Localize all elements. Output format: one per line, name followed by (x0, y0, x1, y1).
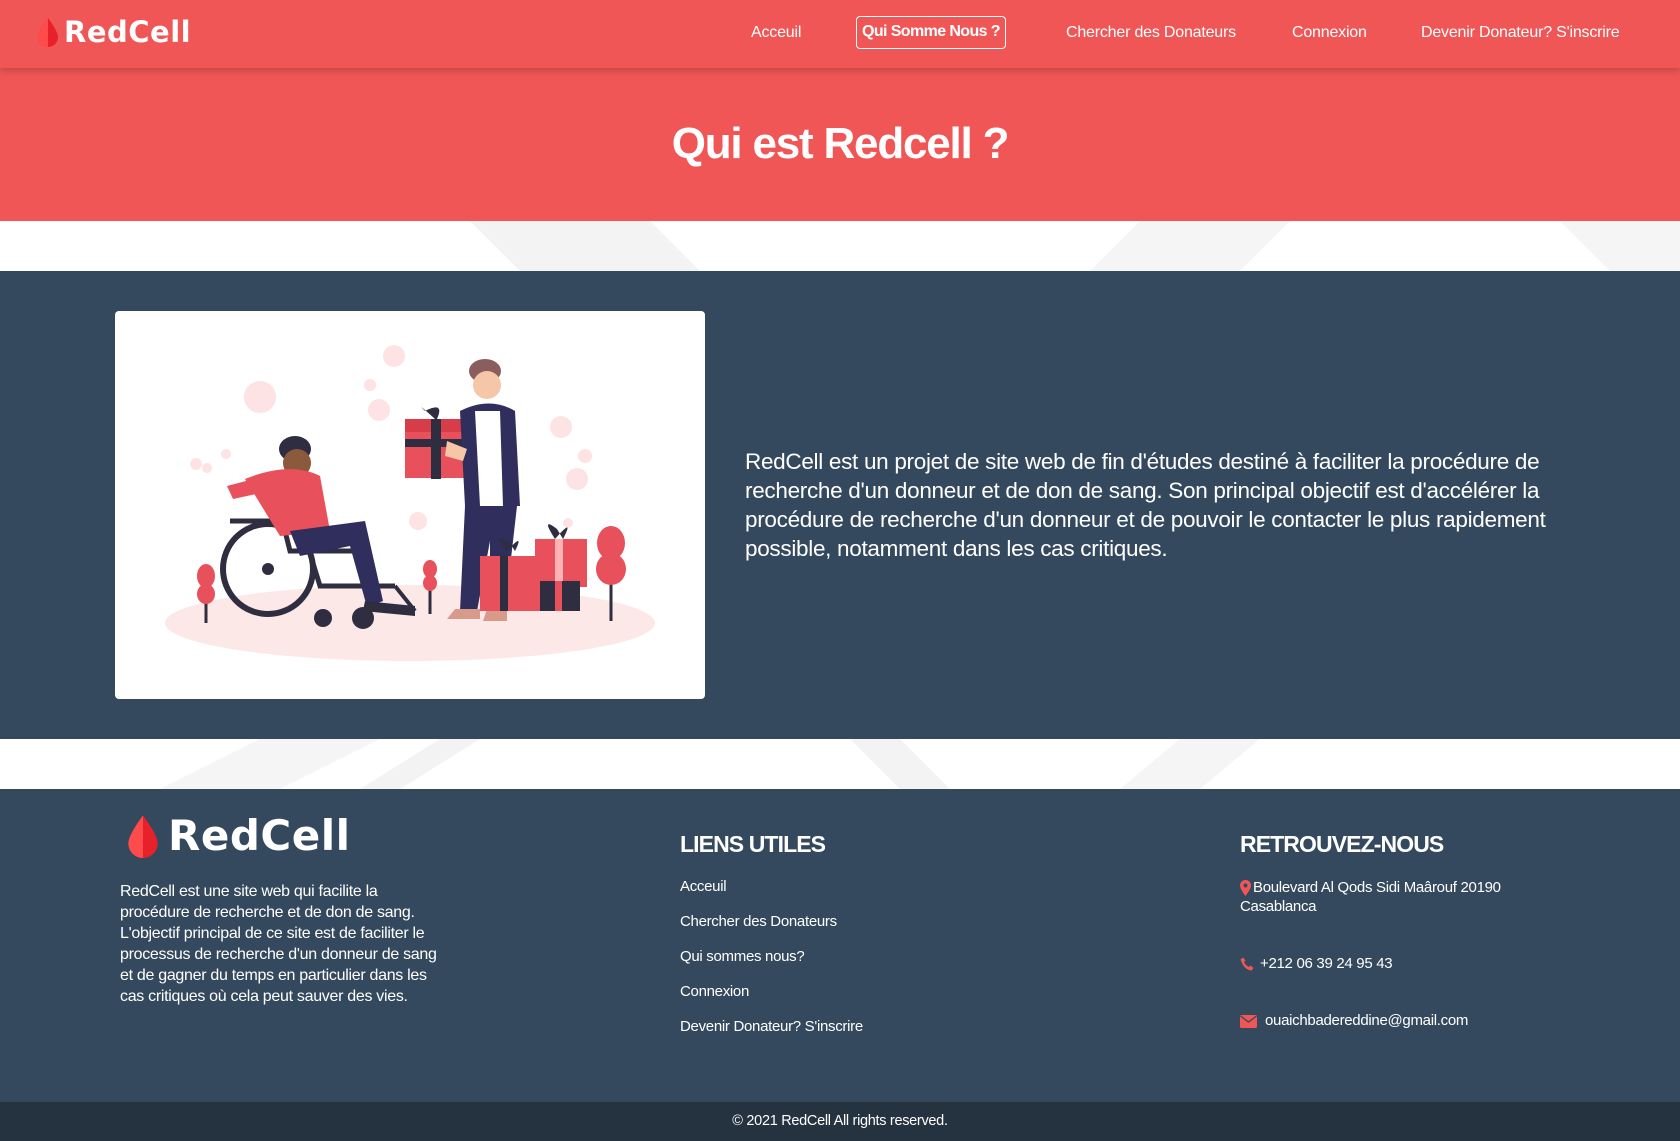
footer-description: RedCell est une site web qui facilite la… (120, 883, 437, 1005)
page-title: Qui est Redcell ? (671, 119, 1010, 168)
about-description: RedCell est un projet de site web de fin… (745, 449, 1546, 561)
phone-text[interactable]: +212 06 39 24 95 43 (1260, 955, 1393, 972)
nav-acceuil[interactable]: Acceuil (751, 18, 801, 50)
contact-phone: +212 06 39 24 95 43 (1240, 954, 1393, 973)
contact-email: ouaichbadereddine@gmail.com (1240, 1011, 1468, 1030)
about-section: RedCell est un projet de site web de fin… (0, 271, 1680, 739)
nav-inscrire[interactable]: Devenir Donateur? S'inscrire (1421, 18, 1620, 50)
footer: RedCell RedCell est une site web qui fac… (0, 789, 1680, 1102)
useful-links-heading: LIENS UTILES (680, 831, 826, 857)
nav-qui-somme-nous[interactable]: Qui Somme Nous ? (856, 16, 1006, 49)
contact-address: Boulevard Al Qods Sidi Maârouf 20190 Cas… (1240, 878, 1540, 916)
footer-brand-name: RedCell (168, 811, 351, 860)
decorative-band (0, 739, 1680, 789)
copyright-text: © 2021 RedCell All rights reserved. (732, 1113, 948, 1129)
nav-chercher-donateurs[interactable]: Chercher des Donateurs (1066, 18, 1236, 50)
brand-logo[interactable]: RedCell (36, 14, 191, 50)
footer-link-inscrire[interactable]: Devenir Donateur? S'inscrire (680, 1018, 863, 1035)
envelope-icon (1240, 1014, 1257, 1028)
find-us-heading: RETROUVEZ-NOUS (1240, 831, 1444, 857)
footer-link-connexion[interactable]: Connexion (680, 983, 749, 1000)
brand-name: RedCell (64, 15, 192, 49)
donation-illustration (115, 311, 705, 699)
blood-drop-icon (38, 18, 58, 47)
address-text: Boulevard Al Qods Sidi Maârouf 20190 Cas… (1240, 879, 1501, 915)
nav-connexion[interactable]: Connexion (1292, 18, 1367, 50)
blood-drop-icon (128, 814, 158, 858)
phone-icon (1240, 957, 1254, 971)
hero-banner: Qui est Redcell ? (0, 68, 1680, 221)
map-pin-icon (1240, 880, 1251, 897)
copyright-bar: © 2021 RedCell All rights reserved. (0, 1102, 1680, 1141)
navbar: RedCell Acceuil Qui Somme Nous ? Cherche… (0, 0, 1680, 68)
footer-link-chercher-donateurs[interactable]: Chercher des Donateurs (680, 913, 837, 930)
email-link[interactable]: ouaichbadereddine@gmail.com (1265, 1012, 1468, 1029)
footer-brand[interactable]: RedCell (124, 811, 351, 860)
footer-link-qui-sommes-nous[interactable]: Qui sommes nous? (680, 948, 805, 965)
footer-link-acceuil[interactable]: Acceuil (680, 878, 727, 895)
decorative-band (0, 221, 1680, 271)
